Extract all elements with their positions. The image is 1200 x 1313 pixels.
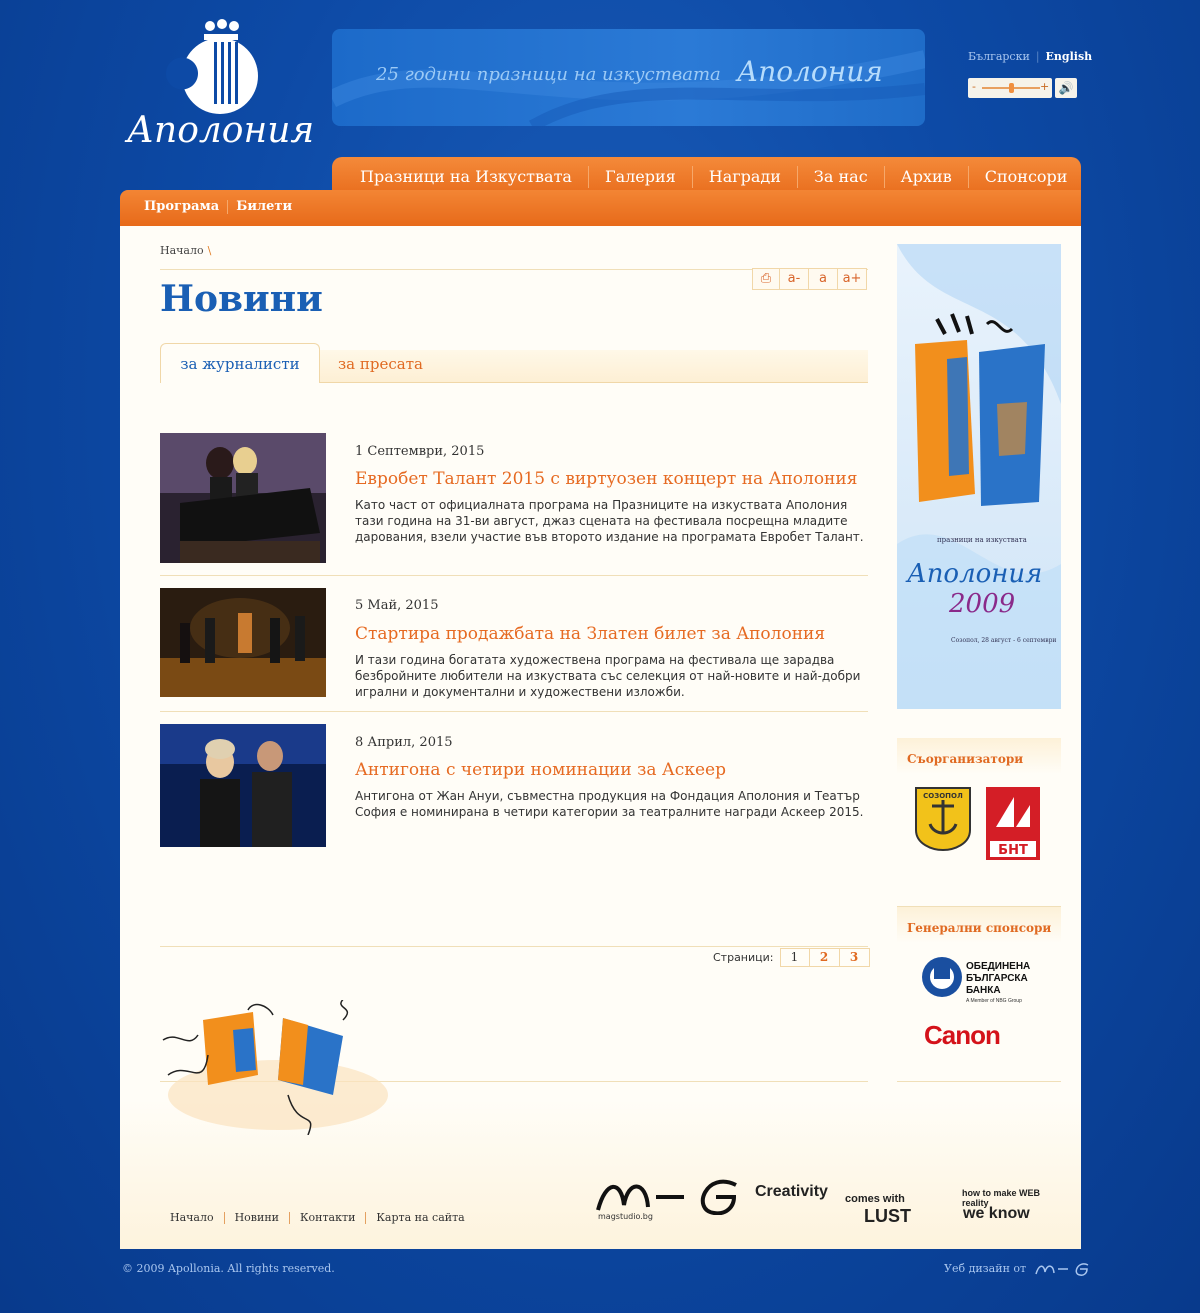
page-2-button[interactable]: 2 xyxy=(809,948,840,967)
sidebar-banner-brand: Аполония xyxy=(905,559,1042,589)
news-thumbnail-singers[interactable] xyxy=(160,724,326,847)
font-normal-button[interactable]: a xyxy=(809,268,838,290)
banner-brand: Аполония xyxy=(737,55,883,88)
footer-link-news[interactable]: Новини xyxy=(225,1212,290,1224)
font-smaller-button[interactable]: a- xyxy=(780,268,809,290)
webdesign-credit[interactable]: Уеб дизайн от xyxy=(944,1262,1090,1276)
bnt-label: БНТ xyxy=(998,843,1028,858)
news-description: Антигона от Жан Ануи, съвместна продукци… xyxy=(355,789,864,819)
ubb-line3: БАНКА xyxy=(966,985,1001,996)
news-title-link[interactable]: Стартира продажбата на Златен билет за А… xyxy=(355,624,825,644)
page-3-button[interactable]: 3 xyxy=(839,948,870,967)
sub-navigation: Програма Билети xyxy=(120,190,1081,226)
news-title-link[interactable]: Антигона с четири номинации за Аскеер xyxy=(355,760,726,780)
lyre-icon xyxy=(166,19,258,114)
pagination: Страници: 1 2 3 xyxy=(713,948,870,967)
coorganizers-title: Съорганизатори xyxy=(897,738,1061,774)
slogan-comes-with: comes with xyxy=(845,1193,905,1205)
footer-link-contacts[interactable]: Контакти xyxy=(290,1212,367,1224)
pager-label: Страници: xyxy=(713,951,774,964)
news-thumbnail-dance[interactable] xyxy=(160,588,326,697)
nav-item-gallery[interactable]: Галерия xyxy=(589,166,693,188)
page-title: Новини xyxy=(160,278,323,320)
site-logo[interactable]: Аполония xyxy=(118,18,323,168)
news-description: И тази година богатата художествена прог… xyxy=(355,653,861,699)
news-date: 8 Април, 2015 xyxy=(355,735,453,750)
language-switcher: Български | English xyxy=(968,50,1092,63)
nav-item-about[interactable]: За нас xyxy=(798,166,885,188)
page-1-button[interactable]: 1 xyxy=(779,948,810,967)
slogan-we-know: we know xyxy=(963,1205,1030,1222)
news-thumbnail-piano[interactable] xyxy=(160,433,326,563)
volume-slider[interactable]: - + xyxy=(968,78,1052,98)
breadcrumb-home-link[interactable]: Начало xyxy=(160,244,204,257)
subnav-item-program[interactable]: Програма xyxy=(144,200,229,214)
print-icon[interactable]: ⎙ xyxy=(752,268,780,290)
nav-item-archive[interactable]: Архив xyxy=(885,166,969,188)
subnav-item-tickets[interactable]: Билети xyxy=(228,200,300,214)
news-description: Като част от официалната програма на Пра… xyxy=(355,498,864,544)
news-separator xyxy=(160,575,868,576)
copyright-text: © 2009 Apollonia. All rights reserved. xyxy=(122,1262,335,1275)
lang-separator: | xyxy=(1035,50,1040,63)
pager-divider xyxy=(160,946,868,947)
text-tools: ⎙ a- a a+ xyxy=(752,268,867,290)
sidebar-bottom-divider xyxy=(897,1081,1061,1082)
mfg-subtitle: magstudio.bg xyxy=(598,1212,653,1221)
sidebar-festival-banner[interactable]: празници на изкуствата Аполония 2009 Соз… xyxy=(897,244,1061,709)
sozopol-label: СОЗОПОЛ xyxy=(923,792,963,800)
lang-english-link[interactable]: English xyxy=(1046,50,1093,63)
volume-minus-icon[interactable]: - xyxy=(972,80,976,93)
ubb-logo[interactable]: ОБЕДИНЕНА БЪЛГАРСКА БАНКА A Member of NB… xyxy=(920,955,1050,1005)
nav-item-festival[interactable]: Празници на Изкуствата xyxy=(344,166,589,188)
tab-journalists[interactable]: за журналисти xyxy=(160,343,320,383)
nav-item-sponsors[interactable]: Спонсори xyxy=(969,166,1084,188)
news-title-link[interactable]: Евробет Талант 2015 с виртуозен концерт … xyxy=(355,469,857,489)
header-banner[interactable]: 25 години празници на изкуствата Аполони… xyxy=(332,29,925,126)
font-larger-button[interactable]: a+ xyxy=(838,268,867,290)
logo-text: Аполония xyxy=(126,110,315,151)
footer-link-home[interactable]: Начало xyxy=(170,1212,225,1224)
volume-knob[interactable] xyxy=(1008,83,1014,93)
volume-plus-icon[interactable]: + xyxy=(1040,80,1049,93)
mfg-small-logo-icon xyxy=(1034,1263,1088,1276)
ubb-member: A Member of NBG Group xyxy=(966,998,1022,1004)
slogan-lust: LUST xyxy=(864,1206,911,1226)
ubb-line2: БЪЛГАРСКА xyxy=(966,973,1028,984)
lang-bulgarian-link[interactable]: Български xyxy=(968,50,1030,63)
footer-navigation: Начало Новини Контакти Карта на сайта xyxy=(170,1212,475,1224)
canon-logo[interactable]: Canon xyxy=(924,1020,1001,1051)
breadcrumb: Начало \ xyxy=(160,244,211,257)
ubb-line1: ОБЕДИНЕНА xyxy=(966,961,1030,972)
bnt-logo[interactable]: БНТ xyxy=(986,787,1040,860)
speaker-icon[interactable]: 🔊 xyxy=(1055,78,1077,98)
tab-press[interactable]: за пресата xyxy=(338,352,423,376)
footer-link-sitemap[interactable]: Карта на сайта xyxy=(366,1212,474,1224)
news-date: 5 Май, 2015 xyxy=(355,598,439,613)
masks-25-decoration xyxy=(158,994,398,1136)
slogan-creativity: Creativity xyxy=(755,1183,828,1200)
sidebar-banner-dates: Созопол, 28 август - 6 септември xyxy=(951,637,1056,644)
news-separator xyxy=(160,711,868,712)
breadcrumb-separator: \ xyxy=(207,244,212,257)
sidebar-banner-small-text: празници на изкуствата xyxy=(937,536,1027,544)
news-date: 1 Септември, 2015 xyxy=(355,444,485,459)
webdesign-label: Уеб дизайн от xyxy=(944,1262,1027,1275)
sidebar-banner-year: 2009 xyxy=(948,589,1015,619)
banner-tagline: 25 години празници на изкуствата xyxy=(376,64,721,85)
nav-item-awards[interactable]: Награди xyxy=(693,166,798,188)
sponsors-title: Генерални спонсори xyxy=(897,907,1061,943)
sozopol-logo[interactable]: СОЗОПОЛ xyxy=(914,786,972,852)
